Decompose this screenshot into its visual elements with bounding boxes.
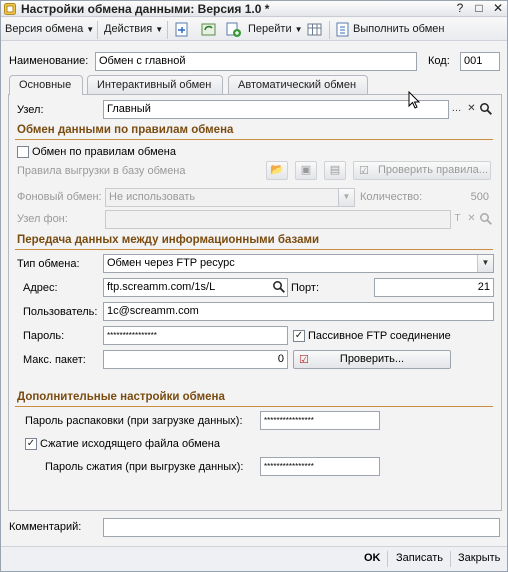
- code-label: Код:: [428, 55, 450, 67]
- port-label: Порт:: [291, 282, 319, 294]
- check-button[interactable]: Проверить...: [293, 350, 451, 369]
- unpack-password-label: Пароль распаковки (при загрузке данных):: [25, 415, 243, 427]
- rules-checkbox[interactable]: [17, 146, 29, 158]
- version-menu[interactable]: Версия обмена ▼: [5, 22, 94, 38]
- checklist-icon: ☑: [359, 165, 369, 177]
- name-label: Наименование:: [9, 55, 89, 67]
- app-icon: [4, 3, 16, 15]
- toolbar-separator: [167, 21, 168, 39]
- check-rules-button[interactable]: Проверить правила...: [353, 161, 491, 180]
- bottom-bar: OK Записать Закрыть: [1, 546, 507, 571]
- open-file-icon[interactable]: 📂: [266, 161, 288, 180]
- comment-label: Комментарий:: [9, 521, 82, 533]
- user-field[interactable]: 1c@screamm.com: [103, 302, 494, 321]
- checklist-icon: ☑: [299, 354, 309, 366]
- passive-ftp-label: Пассивное FTP соединение: [308, 330, 451, 342]
- clear-icon[interactable]: ✕: [464, 211, 479, 228]
- refresh-icon[interactable]: [200, 21, 218, 39]
- max-packet-label: Макс. пакет:: [23, 354, 86, 366]
- code-field[interactable]: 001: [460, 52, 500, 71]
- tab-main[interactable]: Основные: [9, 75, 83, 95]
- background-select[interactable]: Не использовать: [105, 188, 355, 207]
- toolbar-separator: [387, 551, 388, 567]
- address-field[interactable]: ftp.screamm.com/1s/L: [103, 278, 288, 297]
- exchange-type-label: Тип обмена:: [17, 258, 80, 270]
- dropdown-arrow-icon: ▼: [294, 25, 303, 34]
- tab-automatic[interactable]: Автоматический обмен: [228, 75, 368, 94]
- dropdown-arrow-icon: ▼: [155, 25, 164, 34]
- bg-node-field[interactable]: [105, 210, 451, 229]
- close-button[interactable]: Закрыть: [458, 552, 500, 564]
- password-label: Пароль:: [23, 330, 65, 342]
- toolbar: Версия обмена ▼ Действия ▼ Перейти ▼ Выполн…: [1, 18, 507, 41]
- run-exchange-button[interactable]: Выполнить обмен: [353, 22, 444, 38]
- unpack-password-field[interactable]: ****************: [260, 411, 380, 430]
- dropdown-arrow-icon: ▼: [86, 25, 95, 34]
- max-packet-field[interactable]: 0: [103, 350, 288, 369]
- compress-checkbox[interactable]: ✓: [25, 438, 37, 450]
- clear-text-icon[interactable]: T: [450, 211, 465, 228]
- goto-menu[interactable]: Перейти ▼: [248, 22, 303, 38]
- add-copy-icon[interactable]: [225, 21, 243, 39]
- maximize-icon[interactable]: □: [471, 1, 487, 17]
- save-button[interactable]: Записать: [396, 552, 443, 564]
- title-bar: Настройки обмена данными: Версия 1.0 * ?…: [1, 1, 507, 17]
- help-icon[interactable]: ?: [452, 1, 468, 17]
- divider: [15, 249, 493, 250]
- rules-checkbox-label: Обмен по правилам обмена: [32, 146, 176, 158]
- toolbar-separator: [97, 21, 98, 39]
- search-icon[interactable]: [479, 212, 493, 226]
- clear-icon[interactable]: ✕: [464, 101, 479, 118]
- dropdown-arrow-icon[interactable]: ▼: [477, 255, 493, 272]
- passive-ftp-checkbox[interactable]: ✓: [293, 330, 305, 342]
- compress-password-label: Пароль сжатия (при выгрузке данных):: [45, 461, 244, 473]
- port-field[interactable]: 21: [374, 278, 494, 297]
- divider: [15, 139, 493, 140]
- window-title: Настройки обмена данными: Версия 1.0 *: [21, 2, 270, 16]
- user-label: Пользователь:: [23, 306, 98, 318]
- ellipsis-icon[interactable]: …: [449, 101, 464, 118]
- node-field[interactable]: Главный: [103, 100, 449, 119]
- upload-rules-label: Правила выгрузки в базу обмена: [17, 165, 186, 177]
- settings-window: Настройки обмена данными: Версия 1.0 * ?…: [0, 0, 508, 572]
- table-icon[interactable]: [306, 21, 324, 39]
- close-icon[interactable]: ✕: [490, 1, 506, 17]
- search-icon[interactable]: [479, 102, 493, 116]
- save-icon[interactable]: ▣: [295, 161, 317, 180]
- dropdown-arrow-icon[interactable]: ▼: [338, 189, 354, 206]
- save-document-icon[interactable]: [173, 21, 191, 39]
- rules-section-title: Обмен данными по правилам обмена: [17, 124, 234, 136]
- compress-password-field[interactable]: ****************: [260, 457, 380, 476]
- node-label: Узел:: [17, 104, 44, 116]
- compress-checkbox-label: Сжатие исходящего файла обмена: [40, 438, 220, 450]
- run-exchange-icon: [336, 22, 349, 37]
- comment-field[interactable]: [103, 518, 500, 537]
- address-label: Адрес:: [23, 282, 58, 294]
- document-icon[interactable]: ▤: [324, 161, 346, 180]
- divider: [15, 406, 493, 407]
- exchange-type-select[interactable]: Обмен через FTP ресурс: [103, 254, 494, 273]
- background-label: Фоновый обмен:: [17, 191, 102, 203]
- mouse-cursor-icon: [408, 91, 420, 109]
- tab-interactive[interactable]: Интерактивный обмен: [87, 75, 223, 94]
- actions-menu[interactable]: Действия ▼: [104, 22, 163, 38]
- count-field[interactable]: 500: [426, 188, 493, 207]
- password-field[interactable]: ****************: [103, 326, 288, 345]
- bg-node-label: Узел фон:: [17, 213, 68, 225]
- search-icon[interactable]: [272, 280, 286, 294]
- transfer-section-title: Передача данных между информационными ба…: [17, 234, 320, 246]
- name-field[interactable]: Обмен с главной: [95, 52, 417, 71]
- extra-section-title: Дополнительные настройки обмена: [17, 391, 225, 403]
- toolbar-separator: [329, 21, 330, 39]
- toolbar-separator: [450, 551, 451, 567]
- count-label: Количество:: [360, 191, 423, 203]
- ok-button[interactable]: OK: [364, 552, 381, 564]
